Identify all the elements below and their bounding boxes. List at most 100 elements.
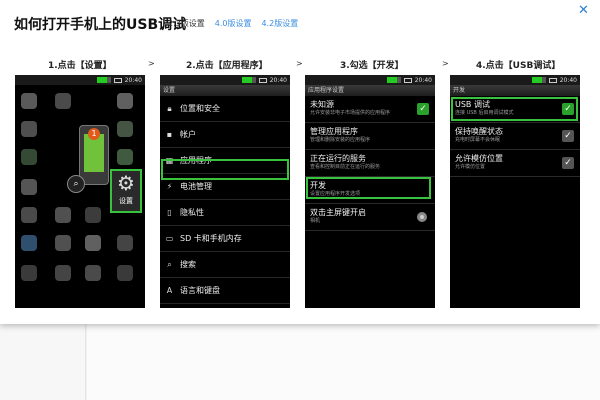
item-label: 位置和安全 — [180, 104, 220, 113]
setting-unknown-sources[interactable]: 未知源 允许安装非电子市场提供的应用程序 ✓ — [305, 96, 435, 123]
item-label: 语言和键盘 — [180, 286, 220, 295]
step-arrow-2: > — [296, 59, 303, 68]
setting-manage-applications[interactable]: 管理应用程序 管理和删除安装的应用程序 — [305, 123, 435, 150]
app-icon — [55, 235, 71, 251]
settings-app[interactable]: ⚙ 设置 — [111, 170, 141, 212]
setting-mock-locations[interactable]: 允许模仿位置 允许模仿位置 ✓ — [450, 150, 580, 177]
settings-label: 设置 — [119, 197, 133, 205]
settings-item-search[interactable]: ⌕ 搜索 — [160, 252, 290, 278]
gear-icon: ⚙ — [117, 171, 135, 195]
settings-item-location-security[interactable]: 🔒︎ 位置和安全 — [160, 96, 290, 122]
background-right-panel — [87, 324, 600, 400]
setting-subtitle: 允许安装非电子市场提供的应用程序 — [310, 110, 391, 116]
setting-subtitle: 连接 USB 后启用调试模式 — [455, 110, 514, 116]
keyboard-icon: A — [166, 286, 173, 295]
step-1-label: 1.点击【设置】 — [48, 61, 112, 71]
step-arrow-3: > — [442, 59, 449, 68]
signal-icon — [386, 77, 401, 83]
battery-icon — [258, 77, 267, 83]
app-icon — [117, 235, 133, 251]
phone-2-settings: 20:40 设置 🔒︎ 位置和安全 ▪ 帐户 ▦ 应用程序 ⚡ 电池管理 ▯ 隐… — [160, 75, 290, 308]
setting-subtitle: 查看和控制目前正在运行的服务 — [310, 164, 381, 170]
setting-subtitle: 充电时屏幕不会休眠 — [455, 137, 501, 143]
phone-3-application-settings: 20:40 应用程序设置 未知源 允许安装非电子市场提供的应用程序 ✓ 管理应用… — [305, 75, 435, 308]
battery-icon — [548, 77, 557, 83]
setting-usb-debugging[interactable]: USB 调试 连接 USB 后启用调试模式 ✓ — [450, 96, 580, 123]
app-icon — [117, 149, 133, 165]
app-icon — [117, 265, 133, 281]
setting-development[interactable]: 开发 设置应用程序开发选项 — [305, 177, 435, 204]
checkbox-unchecked-icon[interactable]: ✓ — [562, 130, 574, 142]
settings-item-language-keyboard[interactable]: A 语言和键盘 — [160, 278, 290, 304]
setting-double-tap-home[interactable]: 双击主屏键开启 相机 — [305, 204, 435, 231]
signal-icon — [241, 77, 256, 83]
item-label: 搜索 — [180, 260, 196, 269]
setting-subtitle: 允许模仿位置 — [455, 164, 486, 170]
settings-titlebar: 设置 — [160, 85, 290, 96]
search-icon: ⌕ — [67, 175, 85, 193]
app-icon — [21, 121, 37, 137]
setting-stay-awake[interactable]: 保持唤醒状态 充电时屏幕不会休眠 ✓ — [450, 123, 580, 150]
tab-v4-0[interactable]: 4.0版设置 — [215, 18, 252, 29]
status-bar: 20:40 — [305, 75, 435, 85]
battery-icon — [113, 77, 122, 83]
settings-item-accounts[interactable]: ▪ 帐户 — [160, 122, 290, 148]
status-time: 20:40 — [414, 76, 432, 84]
lock-icon: 🔒︎ — [167, 104, 172, 113]
checkbox-unchecked-icon[interactable]: ✓ — [562, 157, 574, 169]
battery-icon: ⚡ — [166, 182, 173, 191]
app-icon — [85, 265, 101, 281]
app-icon — [21, 179, 37, 195]
step-arrow-1: > — [148, 59, 155, 68]
privacy-icon: ▯ — [167, 208, 172, 217]
radio-icon[interactable] — [417, 212, 427, 222]
status-time: 20:40 — [559, 76, 577, 84]
close-icon[interactable]: ✕ — [578, 3, 589, 18]
development-titlebar: 开发 — [450, 85, 580, 96]
checkbox-checked-icon[interactable]: ✓ — [417, 103, 429, 115]
app-icon — [85, 207, 101, 223]
app-icon — [21, 235, 37, 251]
setting-title: 正在运行的服务 — [310, 154, 366, 163]
setting-subtitle: 相机 — [310, 218, 321, 224]
setting-title: 管理应用程序 — [310, 127, 358, 136]
background-left-panel — [0, 324, 86, 400]
app-icon — [21, 93, 37, 109]
step-4-label: 4.点击【USB调试】 — [476, 61, 561, 71]
item-label: 应用程序 — [180, 156, 212, 165]
status-bar: 20:40 — [450, 75, 580, 85]
status-bar: 20:40 — [15, 75, 145, 85]
phone-1-homescreen: 20:40 1 ⌕ ⚙ 设置 — [15, 75, 145, 308]
status-time: 20:40 — [124, 76, 142, 84]
signal-icon — [96, 77, 111, 83]
setting-subtitle: 设置应用程序开发选项 — [310, 191, 361, 197]
step-3-label: 3.勾选【开发】 — [340, 61, 404, 71]
tab-v2-3[interactable]: 2.3版设置 — [168, 18, 205, 29]
app-settings-titlebar: 应用程序设置 — [305, 85, 435, 96]
settings-item-privacy[interactable]: ▯ 隐私性 — [160, 200, 290, 226]
app-icon — [55, 265, 71, 281]
version-tabs: 2.3版设置 4.0版设置 4.2版设置 — [168, 18, 298, 29]
setting-title: 双击主屏键开启 — [310, 208, 366, 217]
sd-card-icon: ▭ — [165, 234, 174, 243]
setting-title: 未知源 — [310, 100, 334, 109]
setting-running-services[interactable]: 正在运行的服务 查看和控制目前正在运行的服务 — [305, 150, 435, 177]
setting-title: 保持唤醒状态 — [455, 127, 503, 136]
setting-title: 允许模仿位置 — [455, 154, 503, 163]
dialog-title: 如何打开手机上的USB调试 — [14, 17, 187, 33]
item-label: 电池管理 — [180, 182, 212, 191]
apps-icon: ▦ — [165, 156, 174, 165]
status-bar: 20:40 — [160, 75, 290, 85]
item-label: 隐私性 — [180, 208, 204, 217]
search-icon: ⌕ — [167, 260, 172, 269]
settings-item-battery[interactable]: ⚡ 电池管理 — [160, 174, 290, 200]
item-label: SD 卡和手机内存 — [180, 234, 242, 243]
app-icon — [55, 207, 71, 223]
app-icon — [55, 93, 71, 109]
notification-badge-icon: 1 — [88, 128, 100, 140]
tab-v4-2[interactable]: 4.2版设置 — [261, 18, 298, 29]
settings-item-sd-card[interactable]: ▭ SD 卡和手机内存 — [160, 226, 290, 252]
battery-icon — [403, 77, 412, 83]
settings-item-applications[interactable]: ▦ 应用程序 — [160, 148, 290, 174]
checkbox-checked-icon[interactable]: ✓ — [562, 103, 574, 115]
